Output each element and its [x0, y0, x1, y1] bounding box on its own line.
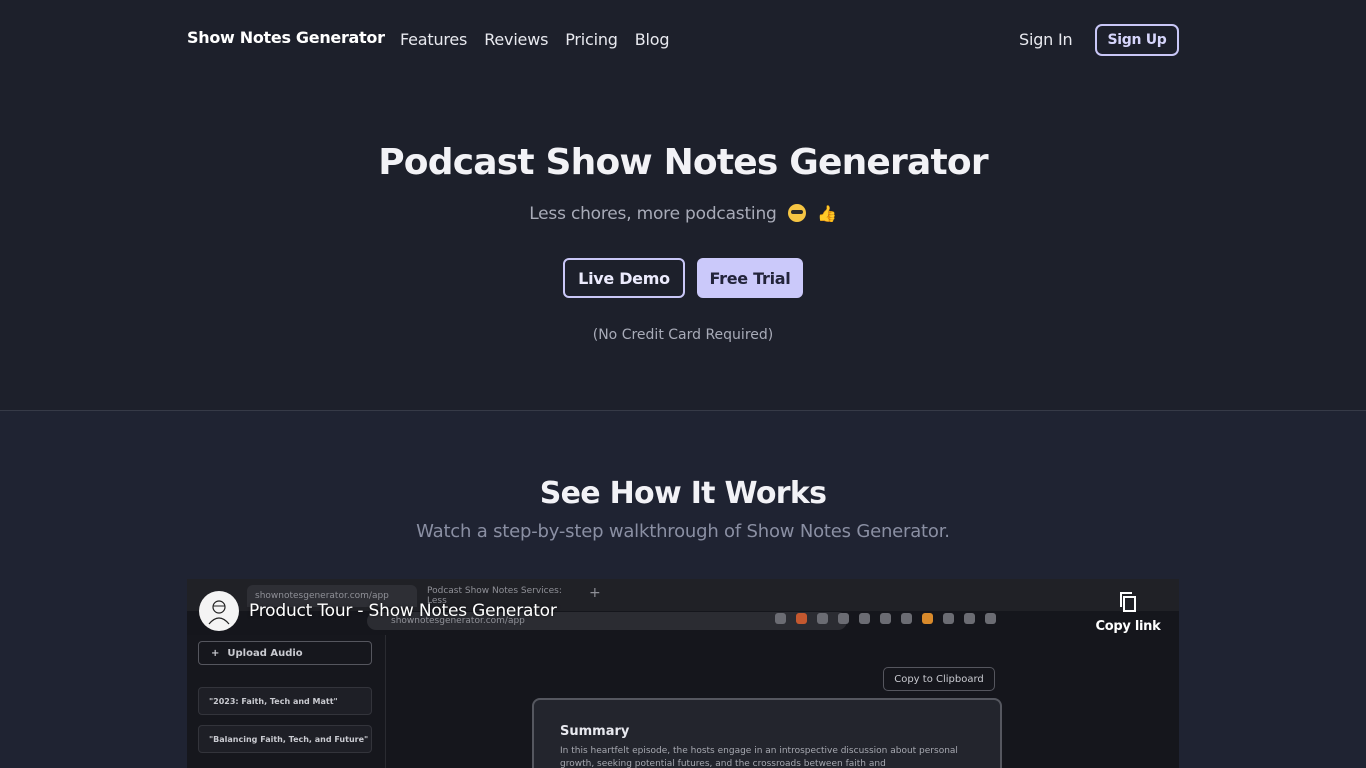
summary-title: Summary	[560, 724, 630, 739]
how-it-works-title: See How It Works	[539, 476, 827, 511]
episode-list-item: "2023: Faith, Tech and Matt"	[198, 687, 372, 715]
extension-icon	[901, 613, 912, 624]
brand-logo-text[interactable]: Show Notes Generator	[187, 28, 385, 47]
extension-icon	[880, 613, 891, 624]
browser-toolbar-icons	[775, 613, 996, 624]
extension-icon	[817, 613, 828, 624]
thumbs-up-emoji-icon: 👍	[817, 204, 837, 223]
channel-avatar[interactable]	[199, 591, 239, 631]
copy-icon	[1120, 592, 1136, 612]
hero-title: Podcast Show Notes Generator	[378, 142, 988, 183]
nav-links: Features Reviews Pricing Blog	[400, 30, 670, 49]
copy-to-clipboard-button: Copy to Clipboard	[883, 667, 995, 691]
sign-up-button[interactable]: Sign Up	[1095, 24, 1179, 56]
app-sidebar: + Upload Audio "2023: Faith, Tech and Ma…	[187, 635, 386, 768]
copy-link-button[interactable]: Copy link	[1095, 591, 1161, 634]
episode-list-item: "Balancing Faith, Tech, and Future"	[198, 725, 372, 753]
upload-audio-button: + Upload Audio	[198, 641, 372, 665]
new-tab-icon: +	[589, 585, 601, 601]
extension-icon	[943, 613, 954, 624]
person-sketch-icon	[208, 600, 230, 625]
sunglasses-emoji-icon	[787, 204, 806, 222]
how-it-works-subtitle: Watch a step-by-step walkthrough of Show…	[416, 521, 950, 542]
sign-in-link[interactable]: Sign In	[1019, 30, 1073, 49]
extension-icon	[964, 613, 975, 624]
nav-link-blog[interactable]: Blog	[635, 30, 670, 49]
free-trial-button[interactable]: Free Trial	[697, 258, 803, 298]
copy-link-label: Copy link	[1095, 619, 1161, 634]
brave-shield-icon	[796, 613, 807, 624]
top-nav: Show Notes Generator Features Reviews Pr…	[0, 0, 1366, 80]
hero-subtitle-text: Less chores, more podcasting	[529, 204, 777, 224]
nav-link-pricing[interactable]: Pricing	[565, 30, 618, 49]
nav-link-reviews[interactable]: Reviews	[484, 30, 548, 49]
amazon-extension-icon	[922, 613, 933, 624]
no-credit-card-note: (No Credit Card Required)	[592, 327, 774, 343]
extension-icon	[838, 613, 849, 624]
video-title[interactable]: Product Tour - Show Notes Generator	[249, 601, 557, 621]
nav-link-features[interactable]: Features	[400, 30, 467, 49]
upload-audio-label: Upload Audio	[227, 647, 303, 659]
plus-icon: +	[211, 647, 220, 659]
summary-text: In this heartfelt episode, the hosts eng…	[560, 746, 958, 768]
extension-icon	[985, 613, 996, 624]
extension-icon	[859, 613, 870, 624]
live-demo-button[interactable]: Live Demo	[563, 258, 685, 298]
hero-subtitle: Less chores, more podcasting 👍	[0, 204, 1366, 224]
summary-card: Summary In this heartfelt episode, the h…	[532, 698, 1002, 768]
hero-buttons: Live Demo Free Trial	[563, 258, 803, 298]
product-tour-video[interactable]: shownotesgenerator.com/app Podcast Show …	[187, 579, 1179, 768]
extension-icon	[775, 613, 786, 624]
